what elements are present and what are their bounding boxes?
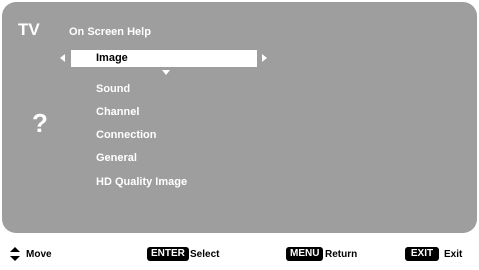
osd-panel: TV On Screen Help Image Sound Channel Co… bbox=[2, 2, 477, 233]
key-guide-bar: Move ENTER Select MENU Return EXIT Exit bbox=[0, 234, 479, 270]
left-arrow-icon[interactable] bbox=[60, 54, 65, 62]
return-label: Return bbox=[325, 249, 358, 260]
move-label: Move bbox=[26, 249, 52, 260]
screen-title: On Screen Help bbox=[69, 26, 151, 38]
menu-item-image[interactable]: Image bbox=[71, 50, 257, 67]
up-down-arrow-icon bbox=[10, 247, 20, 261]
help-question-icon: ? bbox=[32, 108, 48, 138]
menu-key-button[interactable]: MENU bbox=[286, 247, 324, 261]
exit-label: Exit bbox=[444, 249, 463, 260]
tv-label: TV bbox=[18, 20, 40, 39]
menu-item-general[interactable]: General bbox=[96, 152, 137, 164]
menu-item-label: Image bbox=[96, 52, 128, 64]
menu-item-connection[interactable]: Connection bbox=[96, 129, 157, 141]
menu-item-sound[interactable]: Sound bbox=[96, 83, 130, 95]
enter-key-button[interactable]: ENTER bbox=[147, 247, 189, 261]
down-arrow-icon bbox=[162, 70, 170, 75]
exit-key-button[interactable]: EXIT bbox=[405, 247, 439, 261]
right-arrow-icon[interactable] bbox=[262, 54, 267, 62]
menu-item-hd-quality-image[interactable]: HD Quality Image bbox=[96, 176, 187, 188]
select-label: Select bbox=[190, 249, 220, 260]
menu-item-channel[interactable]: Channel bbox=[96, 106, 139, 118]
